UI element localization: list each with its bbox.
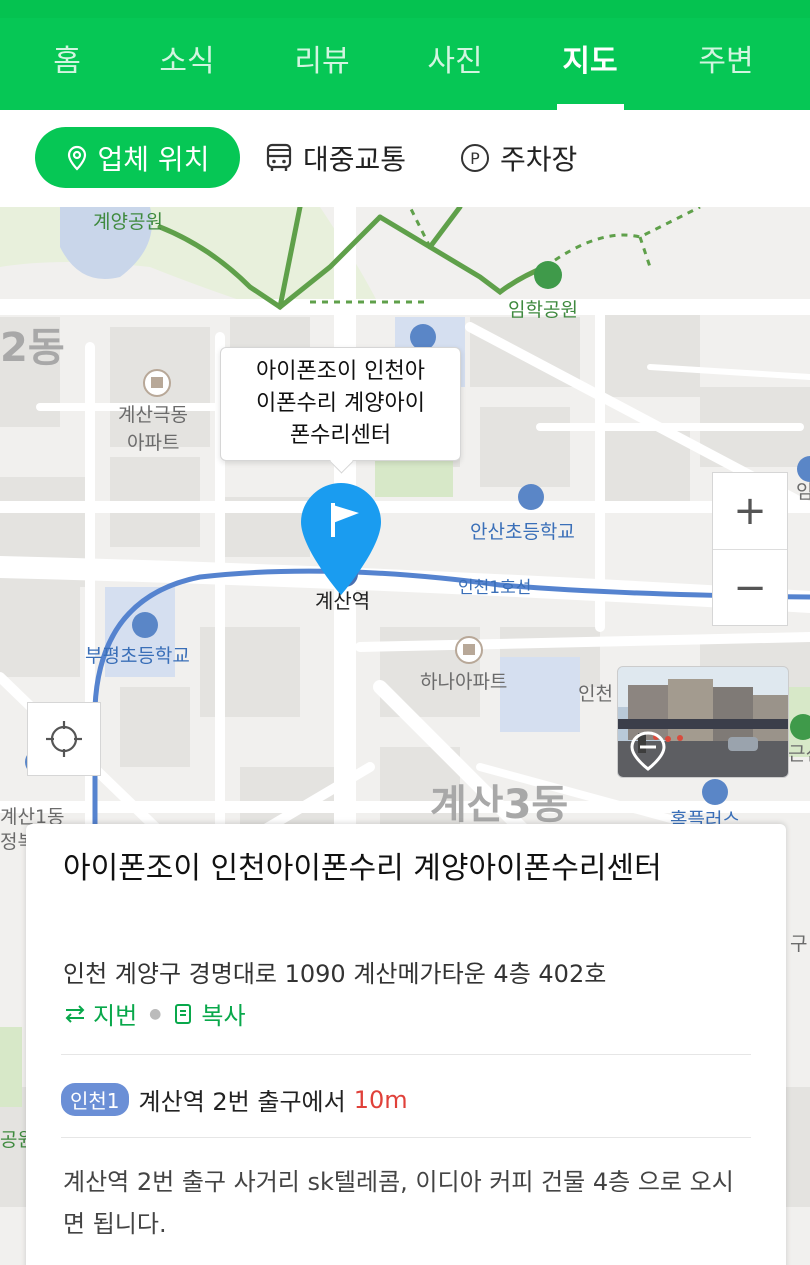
tab-map[interactable]: 지도 xyxy=(540,40,640,90)
jibun-label: 지번 xyxy=(93,1002,138,1030)
subway-line-badge: 인천1 xyxy=(61,1083,129,1116)
street-view-image xyxy=(618,667,788,777)
location-pin-icon xyxy=(66,145,88,171)
tab-photos[interactable]: 사진 xyxy=(405,40,505,90)
map-label-apartment: 하나아파트 xyxy=(420,671,508,693)
subway-exit-text: 계산역 2번 출구에서 xyxy=(138,1088,346,1116)
parking-icon: P xyxy=(460,143,490,173)
svg-text:P: P xyxy=(470,149,480,168)
tab-nearby[interactable]: 주변 xyxy=(676,40,776,90)
map-label-district: 계산3동 xyxy=(430,782,569,828)
map-label-park: 임학공원 xyxy=(508,299,578,321)
place-callout[interactable]: 아이폰조이 인천아 이폰수리 계양아이 폰수리센터 xyxy=(220,347,461,461)
divider xyxy=(61,1137,751,1138)
subway-info: 인천1 계산역 2번 출구에서 10m xyxy=(61,1082,408,1117)
place-pin-icon[interactable] xyxy=(299,479,383,599)
divider xyxy=(61,1054,751,1055)
map-label-apartment: 아파트 xyxy=(127,432,180,454)
my-location-button[interactable] xyxy=(27,702,101,776)
directions-text: 계산역 2번 출구 사거리 sk텔레콤, 이디아 커피 건물 4층 으로 오시면… xyxy=(63,1168,734,1238)
transit-chip[interactable]: 대중교통 xyxy=(265,127,406,188)
map-label-poi: 구 xyxy=(790,933,808,955)
map-label-park: 계양공원 xyxy=(93,211,163,233)
map-label-apartment: 계산극동 xyxy=(118,404,188,426)
map-label-district: 2동 xyxy=(0,325,65,371)
copy-icon xyxy=(175,1003,192,1024)
subway-distance: 10m xyxy=(353,1085,408,1114)
parking-chip-label: 주차장 xyxy=(500,142,578,176)
map-label-school: 안산초등학교 xyxy=(470,521,575,543)
map-view[interactable]: 계양공원 임학공원 2동 계산극동 아파트 안산초등학교 부평초등학교 계산역 … xyxy=(0,207,810,1265)
callout-line: 이폰수리 계양아이 xyxy=(256,391,425,416)
map-label-poi: 임 xyxy=(796,481,810,503)
swap-icon xyxy=(65,1004,85,1023)
copy-label: 복사 xyxy=(201,1002,246,1030)
map-label-poi: 근신 xyxy=(788,743,810,765)
tab-news[interactable]: 소식 xyxy=(137,40,237,90)
address-actions: 지번 ● 복사 xyxy=(63,996,246,1031)
bus-icon xyxy=(265,143,293,173)
map-label-poi: 인천 xyxy=(578,683,613,705)
jibun-button[interactable]: 지번 xyxy=(63,996,137,1031)
place-address: 인천 계양구 경명대로 1090 계산메가타운 4층 402호 xyxy=(63,960,607,988)
status-strip xyxy=(0,0,810,18)
place-title: 아이폰조이 인천아이폰수리 계양아이폰수리센터 xyxy=(63,851,662,886)
map-label-subway-line: 인천1호선 xyxy=(458,578,532,598)
zoom-controls: + − xyxy=(712,472,788,626)
place-info-card: 아이폰조이 인천아이폰수리 계양아이폰수리센터 인천 계양구 경명대로 1090… xyxy=(26,824,786,1265)
tab-reviews[interactable]: 리뷰 xyxy=(272,40,372,90)
transit-chip-label: 대중교통 xyxy=(303,142,407,176)
copy-button[interactable]: 복사 xyxy=(173,996,246,1031)
parking-chip[interactable]: P 주차장 xyxy=(460,127,577,188)
callout-line: 폰수리센터 xyxy=(289,423,392,448)
location-chip[interactable]: 업체 위치 xyxy=(35,127,240,188)
callout-line: 아이폰조이 인천아 xyxy=(256,359,425,384)
separator-dot: ● xyxy=(149,1005,162,1022)
street-view-thumbnail[interactable] xyxy=(617,666,789,778)
map-subtabs: 업체 위치 대중교통 P 주차장 xyxy=(0,110,810,208)
map-label-school: 부평초등학교 xyxy=(85,645,190,667)
tab-home[interactable]: 홈 xyxy=(17,40,117,90)
zoom-out-button[interactable]: − xyxy=(713,549,787,626)
top-nav-bar: 홈 소식 리뷰 사진 지도 주변 xyxy=(0,0,810,110)
zoom-in-button[interactable]: + xyxy=(713,473,787,549)
crosshair-icon xyxy=(46,721,82,757)
location-chip-label: 업체 위치 xyxy=(97,142,210,176)
